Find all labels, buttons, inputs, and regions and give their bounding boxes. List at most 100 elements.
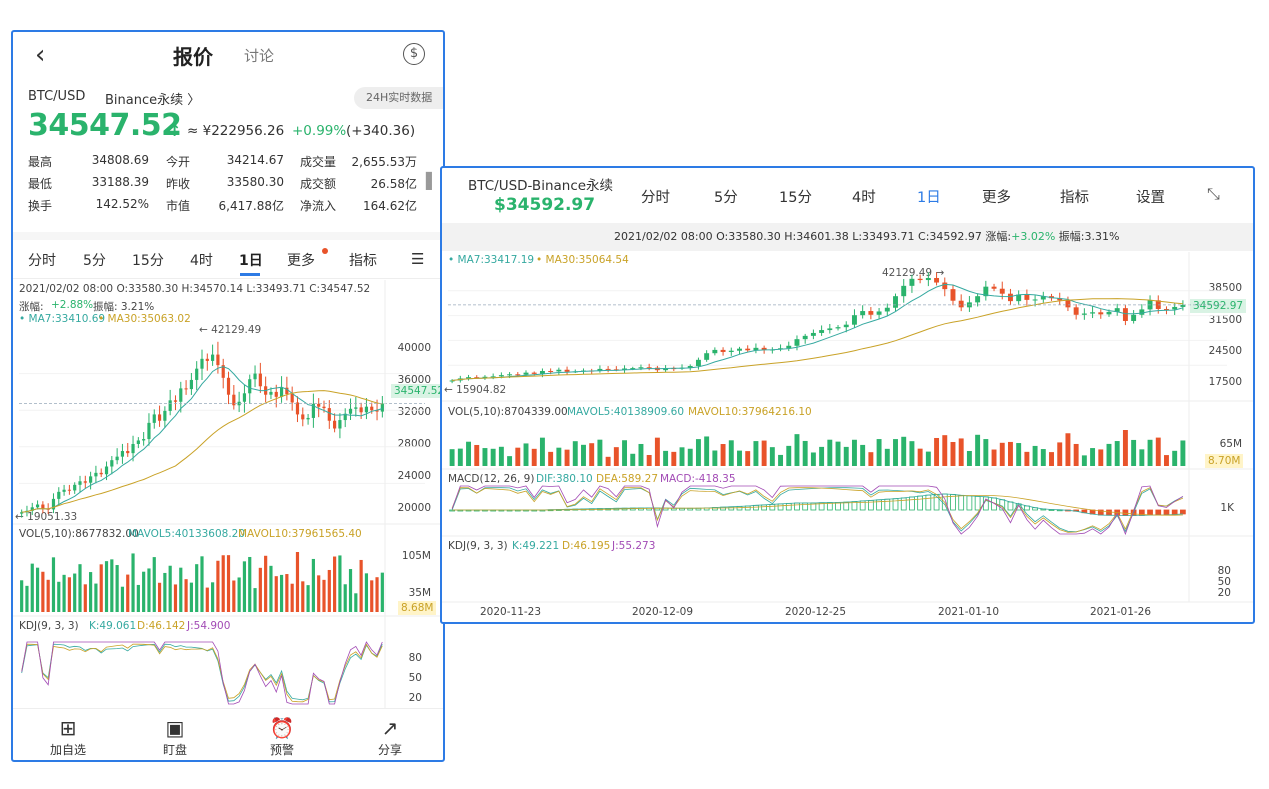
volume-bar bbox=[237, 577, 241, 612]
macd-bar bbox=[909, 496, 915, 511]
candle-body bbox=[942, 282, 948, 290]
candle-body bbox=[189, 379, 193, 390]
candle-body bbox=[901, 285, 907, 297]
candle-body bbox=[835, 327, 841, 329]
volume-bar bbox=[917, 448, 923, 466]
volume-bar bbox=[1090, 448, 1096, 466]
volume-bar bbox=[1131, 439, 1137, 466]
volume-bar bbox=[531, 448, 537, 466]
candle-body bbox=[991, 286, 997, 289]
macd-bar bbox=[761, 504, 767, 511]
volume-bar bbox=[370, 580, 374, 612]
volume-bar bbox=[1081, 455, 1087, 466]
volume-bar bbox=[248, 556, 252, 612]
volume-bar bbox=[221, 555, 225, 612]
volume-bar bbox=[115, 565, 119, 612]
candle-body bbox=[78, 481, 82, 485]
volume-bar bbox=[285, 574, 289, 612]
volume-bar bbox=[1164, 455, 1169, 466]
volume-bar bbox=[99, 564, 103, 612]
volume-bar bbox=[975, 434, 981, 466]
candle-body bbox=[876, 311, 882, 315]
macd-bar bbox=[736, 505, 743, 511]
candle-body bbox=[556, 369, 562, 372]
volume-bar bbox=[523, 443, 529, 466]
candle-body bbox=[498, 375, 504, 377]
candle-body bbox=[157, 414, 162, 421]
volume-bar bbox=[46, 579, 50, 612]
volume-bar bbox=[1114, 441, 1120, 466]
macd-bar bbox=[1171, 509, 1178, 515]
volume-bar bbox=[274, 576, 278, 612]
add-watchlist-button[interactable]: ⊞ 加自选 bbox=[38, 715, 98, 758]
candle-body bbox=[1073, 307, 1079, 315]
left-kline-chart[interactable] bbox=[13, 32, 445, 762]
candle-body bbox=[200, 358, 204, 369]
alarm-clock-icon: ⏰ bbox=[269, 716, 295, 740]
volume-bar bbox=[704, 436, 710, 466]
volume-bar bbox=[966, 450, 972, 466]
candle-body bbox=[1131, 314, 1137, 321]
candle-body bbox=[136, 440, 140, 444]
candle-body bbox=[295, 402, 300, 415]
volume-bar bbox=[295, 552, 300, 612]
macd-bar bbox=[1180, 509, 1186, 515]
candle-body bbox=[110, 460, 114, 467]
volume-bar bbox=[466, 441, 471, 466]
candle-body bbox=[99, 472, 103, 475]
volume-bar bbox=[269, 565, 273, 612]
volume-bar bbox=[1139, 449, 1145, 466]
share-button[interactable]: ↗ 分享 bbox=[360, 715, 420, 758]
candle-body bbox=[695, 359, 701, 367]
candle-body bbox=[152, 414, 156, 423]
button-label: 预警 bbox=[269, 743, 294, 757]
candle-body bbox=[1007, 293, 1013, 302]
candle-body bbox=[490, 376, 496, 378]
candle-body bbox=[290, 394, 294, 403]
volume-bar bbox=[589, 443, 595, 466]
volume-bar bbox=[205, 587, 209, 612]
volume-bar bbox=[375, 577, 379, 612]
candle-body bbox=[67, 489, 71, 491]
candle-body bbox=[958, 300, 964, 308]
volume-bar bbox=[654, 437, 660, 466]
button-label: 盯盘 bbox=[162, 743, 187, 757]
candle-body bbox=[884, 307, 890, 312]
candle-body bbox=[322, 406, 326, 409]
macd-bar bbox=[1106, 509, 1112, 516]
watch-button[interactable]: ▣ 盯盘 bbox=[145, 715, 205, 758]
volume-bar bbox=[51, 557, 56, 612]
volume-bar bbox=[1106, 443, 1112, 466]
macd-bar bbox=[1155, 509, 1162, 516]
candle-body bbox=[802, 335, 808, 340]
candle-body bbox=[827, 328, 833, 331]
volume-bar bbox=[327, 569, 331, 612]
candle-body bbox=[142, 439, 146, 441]
macd-bar bbox=[925, 494, 932, 511]
volume-bar bbox=[950, 441, 956, 466]
candle-body bbox=[35, 504, 40, 508]
macd-bar bbox=[785, 502, 792, 511]
candle-body bbox=[810, 332, 816, 336]
volume-bar bbox=[89, 572, 93, 612]
volume-bar bbox=[556, 447, 562, 466]
share-icon: ↗ bbox=[381, 716, 399, 740]
alert-button[interactable]: ⏰ 预警 bbox=[252, 715, 312, 758]
candle-body bbox=[975, 296, 981, 303]
chart-monitor-icon: ▣ bbox=[165, 716, 185, 740]
volume-bar bbox=[20, 580, 24, 612]
landscape-kline-panel: BTC/USD-Binance永续 $34592.97 分时 5分 15分 4时… bbox=[440, 166, 1255, 624]
macd-bar bbox=[958, 494, 965, 511]
volume-bar bbox=[216, 560, 220, 612]
volume-bar bbox=[1049, 452, 1054, 466]
volume-bar bbox=[851, 439, 857, 466]
candle-body bbox=[909, 278, 915, 286]
volume-bar bbox=[30, 563, 34, 612]
candle-body bbox=[794, 339, 800, 346]
volume-bar bbox=[1122, 430, 1128, 466]
volume-bar bbox=[622, 440, 628, 466]
volume-bar bbox=[211, 582, 215, 612]
volume-bar bbox=[57, 581, 61, 612]
right-kline-chart[interactable] bbox=[442, 168, 1255, 624]
candle-body bbox=[327, 408, 331, 421]
